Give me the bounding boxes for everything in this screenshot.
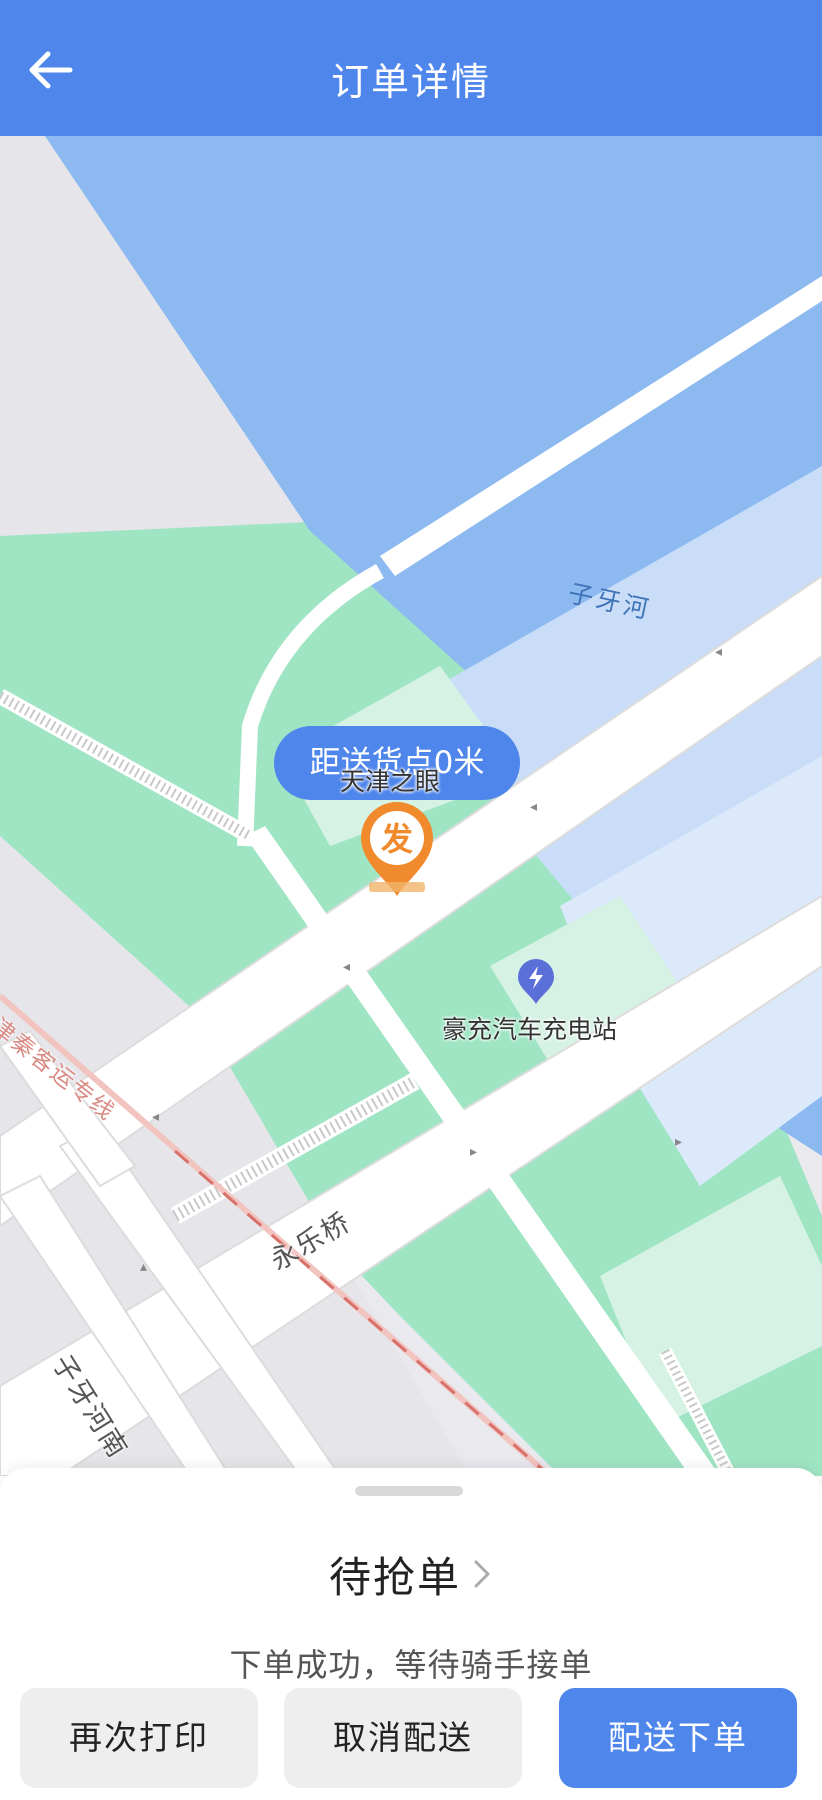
app-header: 订单详情 <box>0 0 822 136</box>
pin-label: 天津之眼 <box>340 767 441 796</box>
status-text: 待抢单 <box>328 1552 461 1602</box>
order-status-sheet: 待抢单 下单成功，等待骑手接单 再次打印 取消配送 配送下单 <box>0 1468 822 1800</box>
svg-text:◂: ◂ <box>152 1109 159 1125</box>
reprint-button[interactable]: 再次打印 <box>20 1688 258 1788</box>
map-view[interactable]: ◂ ◂ ◂ ▸ ▸ ◂ ▴ 子牙河 距送货点0米 发 天津之眼 豪充汽车充电站 … <box>0 136 822 1476</box>
order-status-link[interactable]: 待抢单 <box>0 1544 822 1604</box>
status-subtitle: 下单成功，等待骑手接单 <box>229 1646 593 1684</box>
place-delivery-order-button[interactable]: 配送下单 <box>559 1688 797 1788</box>
poi-label: 豪充汽车充电站 <box>442 1015 618 1044</box>
pin-glyph: 发 <box>380 820 413 858</box>
lightning-icon <box>518 959 554 1004</box>
pickup-pin[interactable]: 发 <box>357 800 437 900</box>
svg-text:◂: ◂ <box>343 959 350 975</box>
charging-station-poi[interactable] <box>516 958 556 1006</box>
svg-text:◂: ◂ <box>530 799 537 815</box>
cancel-delivery-button[interactable]: 取消配送 <box>284 1688 522 1788</box>
drag-handle[interactable] <box>355 1486 463 1496</box>
svg-text:◂: ◂ <box>715 644 722 660</box>
svg-text:▸: ▸ <box>675 1134 682 1150</box>
svg-text:▸: ▸ <box>470 1144 477 1160</box>
chevron-right-icon <box>474 1560 490 1588</box>
svg-text:▴: ▴ <box>140 1259 147 1275</box>
page-title: 订单详情 <box>330 60 491 104</box>
